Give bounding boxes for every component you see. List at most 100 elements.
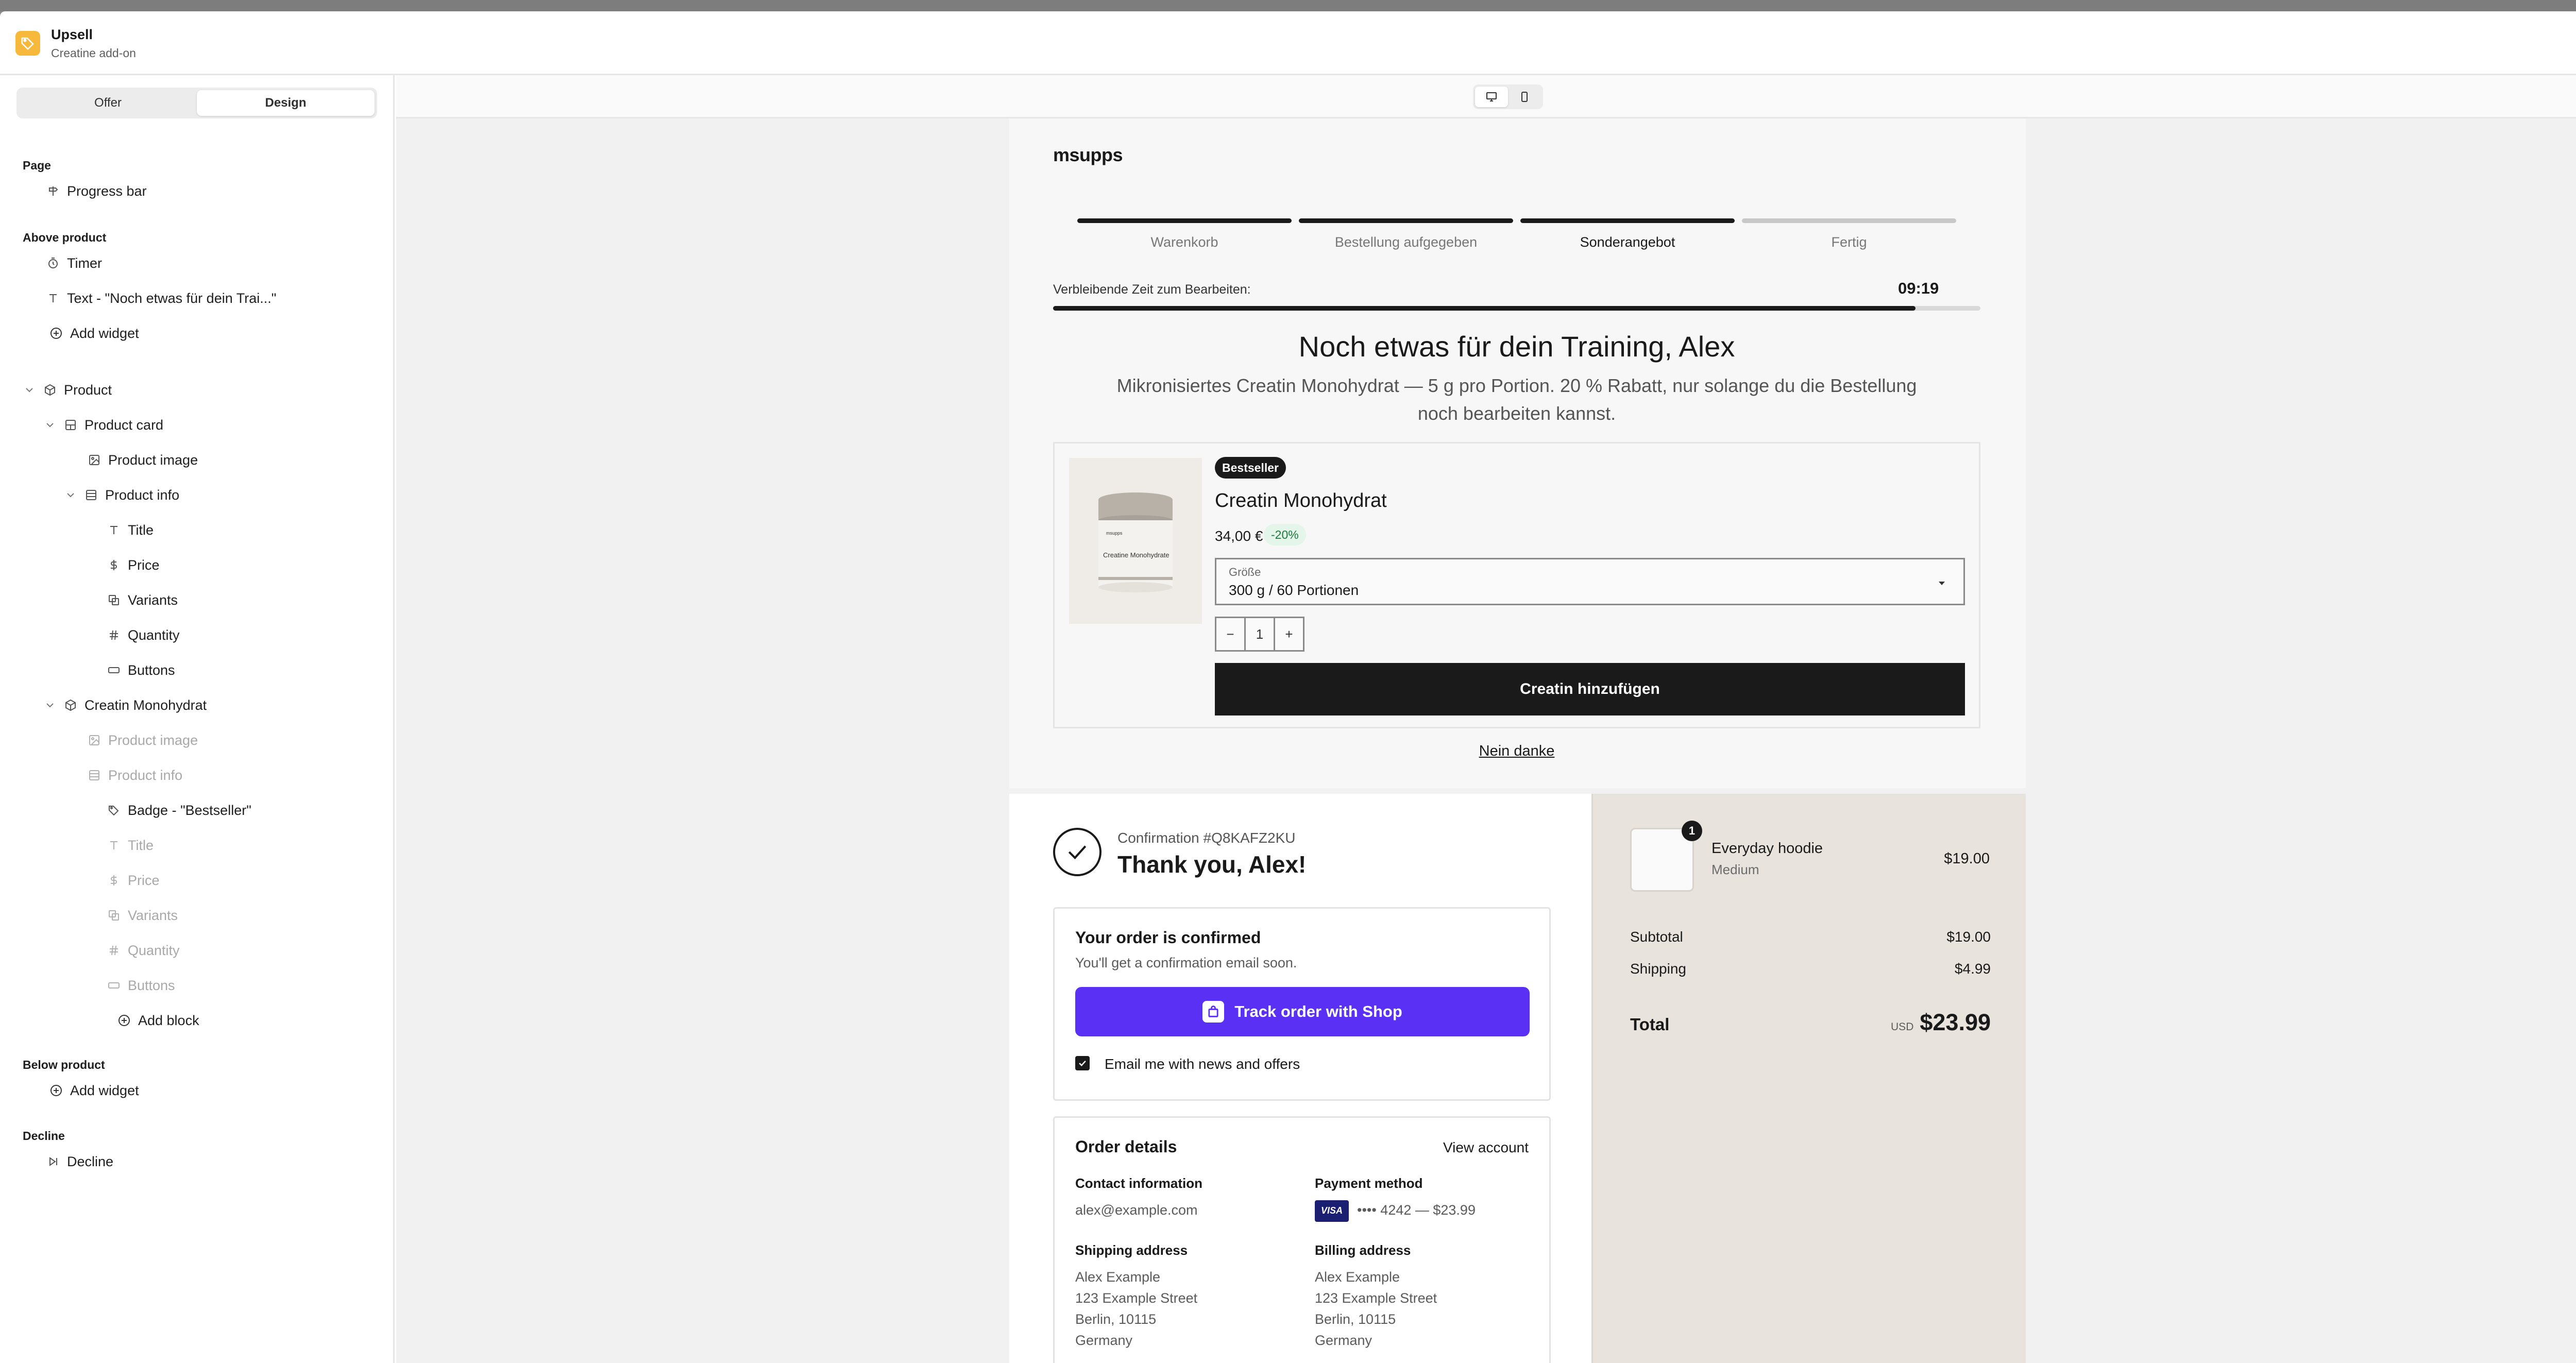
sidebar-item-price-hidden[interactable]: Price — [107, 867, 160, 893]
track-order-label: Track order with Shop — [1234, 1002, 1402, 1020]
total-row: Total USD $23.99 — [1630, 1009, 1991, 1036]
offer-headline: Noch etwas für dein Training, Alex — [1298, 330, 1735, 363]
sidebar-item-title[interactable]: Title — [107, 517, 154, 543]
view-account-link[interactable]: View account — [1443, 1139, 1529, 1156]
add-widget-button-below[interactable]: Add widget — [49, 1078, 139, 1103]
sidebar-item-label: Title — [128, 837, 154, 853]
chevron-down-icon — [43, 698, 57, 712]
sidebar-item-quantity-hidden[interactable]: Quantity — [107, 938, 180, 963]
sidebar-item-variants[interactable]: Variants — [107, 587, 178, 613]
address-line: Berlin, 10115 — [1315, 1311, 1396, 1327]
sidebar-item-product-info[interactable]: Product info — [64, 482, 179, 508]
order-confirmed-title: Your order is confirmed — [1075, 928, 1261, 947]
sidebar-item-product-image[interactable]: Product image — [88, 447, 198, 473]
payment-line: VISA •••• 4242 — $23.99 — [1315, 1200, 1476, 1222]
sidebar-item-badge[interactable]: Badge - "Bestseller" — [107, 797, 251, 823]
progress-step-label: Bestellung aufgegeben — [1334, 234, 1478, 250]
sidebar-item-text[interactable]: Text - "Noch etwas für dein Trai..." — [46, 285, 276, 311]
sidebar-item-buttons-hidden[interactable]: Buttons — [107, 973, 175, 998]
variant-select[interactable]: Größe 300 g / 60 Portionen — [1215, 558, 1965, 605]
sidebar-item-product-image-hidden[interactable]: Product image — [88, 727, 198, 753]
order-confirmed-subtitle: You'll get a confirmation email soon. — [1075, 955, 1297, 970]
section-above-product: Above product — [23, 231, 107, 244]
text-icon — [46, 292, 60, 305]
add-widget-button-above[interactable]: Add widget — [49, 320, 139, 346]
product-title: Creatin Monohydrat — [1215, 490, 1387, 512]
shipping-address: Shipping address Alex Example 123 Exampl… — [1075, 1242, 1197, 1351]
sidebar-item-label: Badge - "Bestseller" — [128, 802, 251, 818]
shipping-value: $4.99 — [1954, 961, 1991, 977]
sidebar-item-decline[interactable]: Decline — [46, 1149, 113, 1174]
sidebar-item-progress-bar[interactable]: Progress bar — [46, 178, 147, 204]
button-icon — [107, 663, 121, 677]
sidebar-item-label: Price — [128, 872, 160, 888]
sidebar-item-timer[interactable]: Timer — [46, 250, 102, 276]
chevron-down-icon — [64, 488, 77, 502]
sidebar-item-product-info-hidden[interactable]: Product info — [88, 762, 182, 788]
quantity-decrease-button[interactable]: − — [1216, 618, 1244, 650]
tab-design[interactable]: Design — [197, 90, 375, 116]
section-below-product: Below product — [23, 1058, 105, 1071]
image-icon — [88, 734, 101, 747]
editor-title: Upsell — [51, 27, 93, 42]
add-block-label: Add block — [138, 1012, 199, 1028]
upsell-tag-icon — [15, 31, 40, 56]
order-details-box: Order details View account Contact infor… — [1053, 1116, 1551, 1363]
preview-toolbar — [396, 75, 2576, 118]
editor-subtitle: Creatine add-on — [51, 46, 136, 60]
sidebar-item-product-card[interactable]: Product card — [43, 412, 163, 438]
chevron-down-icon — [23, 383, 36, 397]
shipping-row: Shipping $4.99 — [1630, 961, 1991, 977]
card-layout-icon — [64, 418, 77, 432]
payment-heading: Payment method — [1315, 1175, 1423, 1191]
cube-icon — [43, 383, 57, 397]
sidebar-item-quantity[interactable]: Quantity — [107, 622, 180, 648]
dollar-icon — [107, 874, 121, 887]
thank-you-heading: Thank you, Alex! — [1117, 851, 1307, 878]
mode-tabs: Offer Design — [16, 88, 377, 118]
decline-link[interactable]: Nein danke — [1053, 743, 1980, 760]
progress-step: Sonderangebot — [1520, 218, 1735, 250]
sidebar-item-label: Timer — [67, 255, 102, 271]
billing-address: Billing address Alex Example 123 Example… — [1315, 1242, 1437, 1351]
bestseller-badge: Bestseller — [1215, 457, 1286, 479]
progress-step-bar — [1520, 218, 1735, 223]
sidebar-item-label: Title — [128, 522, 154, 538]
total-value: $23.99 — [1920, 1009, 1991, 1035]
sidebar-item-label: Progress bar — [67, 183, 147, 199]
order-item-name: Everyday hoodie — [1711, 840, 1823, 857]
quantity-increase-button[interactable]: + — [1275, 618, 1303, 650]
track-order-button[interactable]: Track order with Shop — [1075, 987, 1530, 1036]
timer-icon — [46, 257, 60, 270]
subtotal-row: Subtotal $19.00 — [1630, 929, 1991, 945]
sidebar-item-label: Quantity — [128, 942, 180, 958]
mobile-view-button[interactable] — [1508, 87, 1541, 107]
sidebar-item-price[interactable]: Price — [107, 552, 160, 578]
subtotal-value: $19.00 — [1946, 929, 1991, 945]
sidebar-item-buttons[interactable]: Buttons — [107, 657, 175, 683]
sidebar-item-label: Creatin Monohydrat — [84, 697, 207, 713]
progress-step-label: Sonderangebot — [1580, 234, 1675, 250]
desktop-view-button[interactable] — [1475, 87, 1508, 107]
sidebar-item-variants-hidden[interactable]: Variants — [107, 902, 178, 928]
order-item-price: $19.00 — [1944, 850, 1990, 867]
sidebar-item-product[interactable]: Product — [23, 377, 112, 403]
sidebar-item-creatin-monohydrat[interactable]: Creatin Monohydrat — [43, 692, 207, 718]
sidebar-item-label: Product image — [108, 732, 198, 748]
sidebar-item-title-hidden[interactable]: Title — [107, 832, 154, 858]
quantity-value[interactable]: 1 — [1244, 618, 1275, 650]
skip-icon — [46, 1155, 60, 1168]
progress-step-bar — [1077, 218, 1292, 223]
sidebar-item-label: Price — [128, 557, 160, 573]
sidebar-item-label: Product — [64, 382, 112, 398]
email-opt-in-checkbox[interactable] — [1075, 1056, 1090, 1070]
tab-offer[interactable]: Offer — [19, 90, 197, 116]
progress-step-label: Warenkorb — [1150, 234, 1218, 250]
upsell-page-preview: msupps Warenkorb Bestellung aufgegeben S… — [1009, 118, 2026, 788]
contact-information: Contact information alex@example.com — [1075, 1175, 1202, 1221]
sidebar-item-label: Product info — [108, 767, 183, 783]
add-creatin-button[interactable]: Creatin hinzufügen — [1215, 663, 1965, 715]
total-label: Total — [1630, 1015, 1670, 1034]
add-block-button[interactable]: Add block — [117, 1008, 199, 1033]
quantity-stepper: − 1 + — [1215, 617, 1304, 652]
